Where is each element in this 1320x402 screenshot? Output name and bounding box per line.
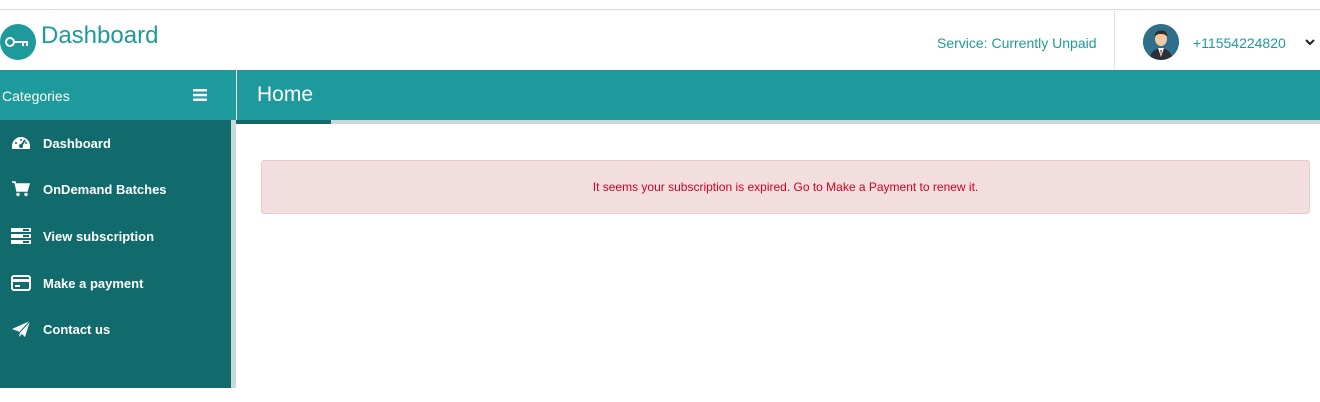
list-icon [11,228,31,244]
user-avatar-icon[interactable] [1143,24,1179,60]
sidebar-item-make-payment[interactable]: Make a payment [0,263,231,303]
sidebar-item-ondemand-batches[interactable]: OnDemand Batches [0,169,231,209]
tab-underline [236,120,1320,124]
tab-underline-active [236,120,331,124]
categories-bar: Categories [0,70,236,120]
paper-plane-icon [12,320,31,337]
service-status: Service: Currently Unpaid [937,35,1097,51]
key-icon [5,37,28,47]
logo[interactable] [0,24,36,60]
top-border [0,0,1320,10]
sidebar-item-label: View subscription [43,229,155,244]
hamburger-icon[interactable] [192,88,208,107]
sidebar-item-label: Contact us [43,322,111,337]
top-header: Dashboard Service: Currently Unpaid +115… [0,11,1320,70]
subscription-expired-alert: It seems your subscription is expired. G… [261,160,1310,214]
page-title: Home [257,83,314,106]
brand-title[interactable]: Dashboard [41,22,158,50]
sidebar-edge [231,120,236,388]
categories-title: Categories [2,88,70,104]
sidebar-item-contact-us[interactable]: Contact us [0,309,231,349]
alert-message: It seems your subscription is expired. G… [592,180,979,194]
cart-icon [12,181,30,197]
sidebar-item-dashboard[interactable]: Dashboard [0,123,231,163]
speedometer-icon [12,137,30,149]
header-divider [1114,11,1115,70]
page-header-bar: Home [237,70,1320,120]
sidebar-item-label: Make a payment [43,276,144,291]
user-phone[interactable]: +11554224820 [1193,35,1286,51]
credit-card-icon [11,275,31,291]
chevron-down-icon[interactable] [1304,35,1316,53]
sidebar-item-label: Dashboard [43,136,111,151]
sidebar-item-view-subscription[interactable]: View subscription [0,216,231,256]
sidebar: Dashboard OnDemand Batches View subscrip… [0,120,231,388]
sidebar-item-label: OnDemand Batches [43,182,167,197]
